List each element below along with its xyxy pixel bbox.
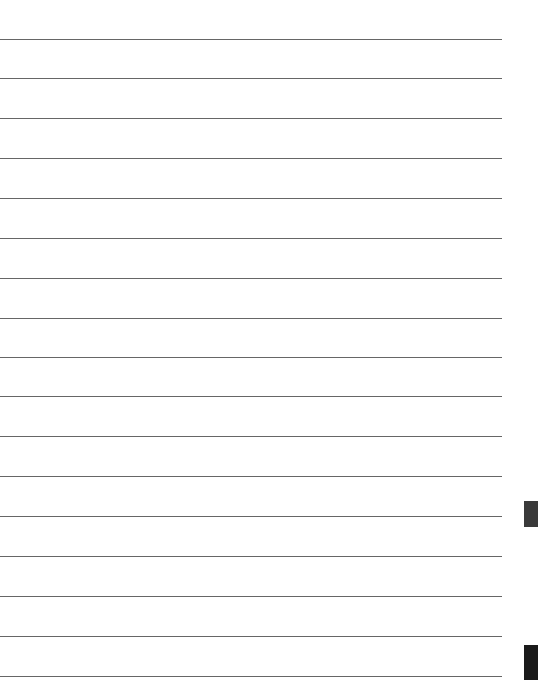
side-tab-marker[interactable] xyxy=(524,501,538,527)
ruled-line xyxy=(0,318,502,319)
ruled-line xyxy=(0,198,502,199)
ruled-line xyxy=(0,516,502,517)
ruled-line xyxy=(0,238,502,239)
ruled-line xyxy=(0,39,502,40)
ruled-line xyxy=(0,436,502,437)
ruled-line xyxy=(0,596,502,597)
ruled-line xyxy=(0,78,502,79)
ruled-line xyxy=(0,118,502,119)
ruled-line xyxy=(0,357,502,358)
side-tab-marker[interactable] xyxy=(524,645,538,680)
ruled-line xyxy=(0,676,502,677)
ruled-line xyxy=(0,396,502,397)
ruled-line xyxy=(0,636,502,637)
ruled-line xyxy=(0,158,502,159)
ruled-line xyxy=(0,278,502,279)
ruled-line xyxy=(0,556,502,557)
ruled-line xyxy=(0,476,502,477)
